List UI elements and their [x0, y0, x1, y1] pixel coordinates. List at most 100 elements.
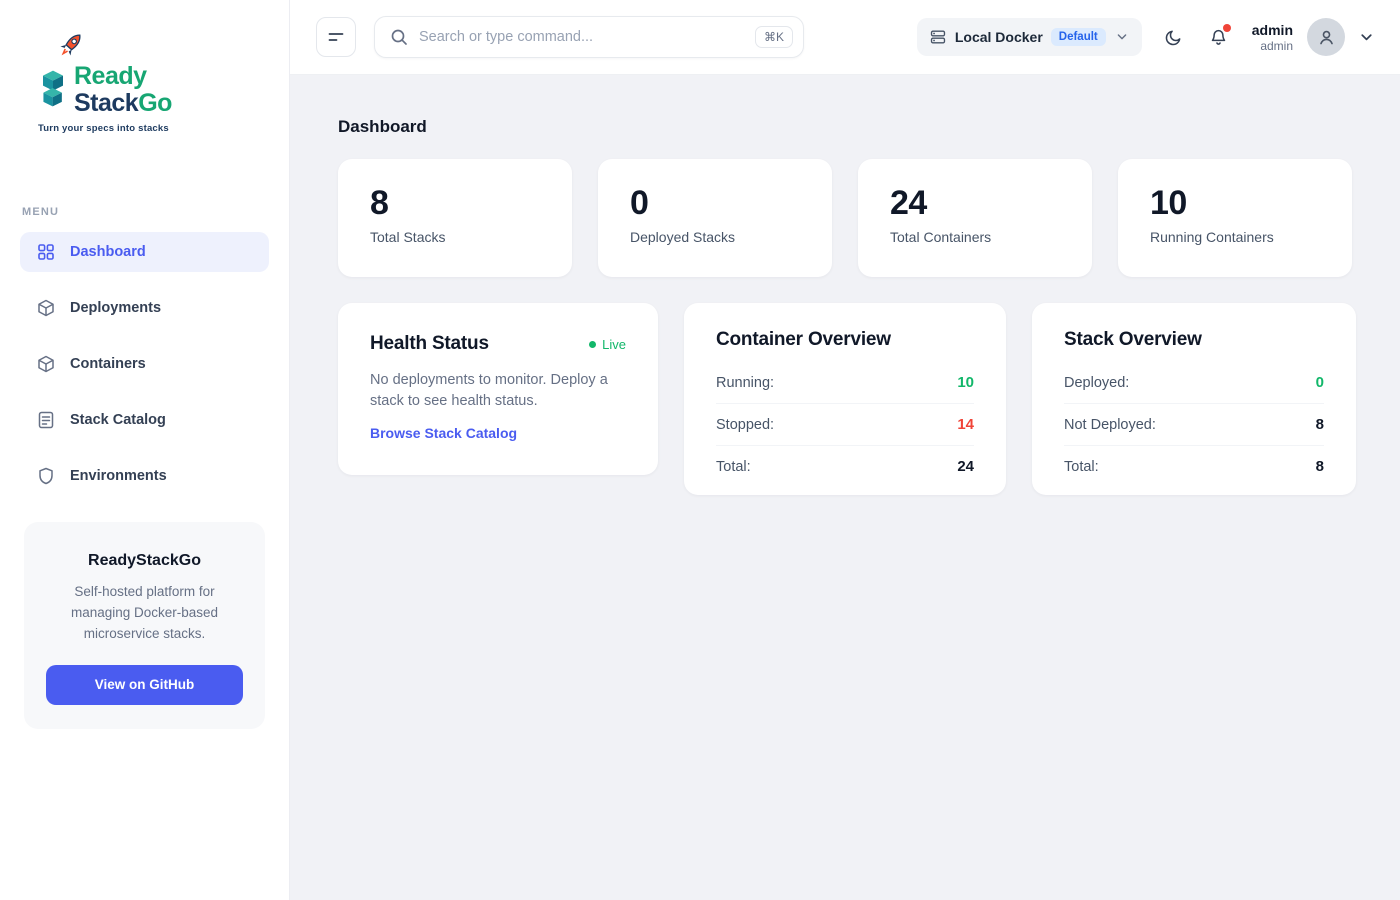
- view-on-github-button[interactable]: View on GitHub: [46, 665, 243, 705]
- chevron-down-icon: [1114, 29, 1130, 45]
- stat-label: Running Containers: [1150, 229, 1320, 245]
- user-name: admin: [1252, 22, 1293, 38]
- package-icon: [36, 298, 56, 318]
- stats-row: 8 Total Stacks 0 Deployed Stacks 24 Tota…: [338, 159, 1352, 277]
- sidebar-item-label: Dashboard: [70, 244, 146, 260]
- row-value: 14: [957, 416, 974, 433]
- row-value: 8: [1316, 458, 1324, 475]
- sidebar-item-deployments[interactable]: Deployments: [20, 288, 269, 328]
- app-root: Ready StackGo Turn your specs into stack…: [0, 0, 1400, 900]
- keyboard-shortcut-badge: ⌘K: [755, 26, 793, 48]
- avatar[interactable]: [1307, 18, 1345, 56]
- overview-row-total: Total: 8: [1064, 446, 1324, 487]
- row-value: 10: [957, 374, 974, 391]
- sidebar-item-containers[interactable]: Containers: [20, 344, 269, 384]
- stat-label: Total Containers: [890, 229, 1060, 245]
- stat-value: 10: [1150, 185, 1320, 222]
- stat-card-total-stacks: 8 Total Stacks: [338, 159, 572, 277]
- row-label: Total:: [1064, 459, 1099, 475]
- overview-row-not-deployed: Not Deployed: 8: [1064, 404, 1324, 446]
- sidebar-item-label: Containers: [70, 356, 146, 372]
- logo-line1: Ready: [74, 64, 172, 90]
- logo-row: Ready StackGo: [38, 64, 208, 116]
- main-content: Dashboard 8 Total Stacks 0 Deployed Stac…: [290, 75, 1400, 900]
- container-overview-card: Container Overview Running: 10 Stopped: …: [684, 303, 1006, 495]
- health-card-title: Health Status: [370, 333, 489, 355]
- overview-row-total: Total: 24: [716, 446, 974, 487]
- stat-value: 0: [630, 185, 800, 222]
- sidebar-item-environments[interactable]: Environments: [20, 456, 269, 496]
- brand-logo[interactable]: Ready StackGo Turn your specs into stack…: [38, 64, 208, 134]
- environment-name: Local Docker: [955, 29, 1043, 45]
- stat-label: Deployed Stacks: [630, 229, 800, 245]
- logo-line2: StackGo: [74, 90, 172, 116]
- global-search[interactable]: ⌘K: [374, 16, 804, 58]
- sidebar-item-label: Environments: [70, 468, 167, 484]
- cube-icon: [36, 354, 56, 374]
- content-column: ⌘K Local Docker Default: [290, 0, 1400, 900]
- logo-text: Ready StackGo: [74, 64, 172, 116]
- row-label: Deployed:: [1064, 375, 1129, 391]
- logo-stack: Stack: [74, 89, 138, 117]
- search-input[interactable]: [419, 29, 745, 45]
- environment-selector[interactable]: Local Docker Default: [917, 18, 1142, 56]
- menu-section-label: MENU: [22, 206, 289, 218]
- user-meta: admin admin: [1252, 22, 1293, 53]
- health-status-card: Health Status Live No deployments to mon…: [338, 303, 658, 475]
- row-value: 24: [957, 458, 974, 475]
- sidebar-toggle-button[interactable]: [316, 17, 356, 57]
- sidebar-item-label: Stack Catalog: [70, 412, 166, 428]
- row-label: Total:: [716, 459, 751, 475]
- overview-row-deployed: Deployed: 0: [1064, 362, 1324, 404]
- sidebar-item-stack-catalog[interactable]: Stack Catalog: [20, 400, 269, 440]
- notifications-button[interactable]: [1209, 28, 1228, 47]
- sidebar-item-label: Deployments: [70, 300, 161, 316]
- chevron-down-icon: [1357, 28, 1376, 47]
- browse-stack-catalog-link[interactable]: Browse Stack Catalog: [370, 425, 517, 441]
- document-icon: [36, 410, 56, 430]
- server-icon: [929, 28, 947, 46]
- container-overview-rows: Running: 10 Stopped: 14 Total: 24: [716, 362, 974, 487]
- stack-overview-title: Stack Overview: [1064, 329, 1324, 351]
- grid-icon: [36, 242, 56, 262]
- shield-icon: [36, 466, 56, 486]
- stat-card-deployed-stacks: 0 Deployed Stacks: [598, 159, 832, 277]
- page-title: Dashboard: [338, 117, 1352, 137]
- person-icon: [1317, 28, 1336, 47]
- row-value: 0: [1316, 374, 1324, 391]
- row-label: Stopped:: [716, 417, 774, 433]
- sidebar-nav: Dashboard Deployments Containers Stack C…: [0, 232, 289, 496]
- environment-default-badge: Default: [1051, 28, 1106, 46]
- sidebar: Ready StackGo Turn your specs into stack…: [0, 0, 290, 900]
- dark-mode-toggle[interactable]: [1164, 28, 1183, 47]
- stat-value: 8: [370, 185, 540, 222]
- health-card-header: Health Status Live: [370, 333, 626, 355]
- sidebar-promo-card: ReadyStackGo Self-hosted platform for ma…: [24, 522, 265, 729]
- user-role: admin: [1252, 39, 1293, 53]
- container-overview-title: Container Overview: [716, 329, 974, 351]
- cubes-icon: [38, 67, 68, 111]
- rocket-icon: [52, 28, 88, 64]
- moon-icon: [1164, 28, 1183, 47]
- overview-row-running: Running: 10: [716, 362, 974, 404]
- row-label: Running:: [716, 375, 774, 391]
- promo-title: ReadyStackGo: [46, 552, 243, 570]
- promo-description: Self-hosted platform for managing Docker…: [46, 582, 243, 645]
- overview-row: Health Status Live No deployments to mon…: [338, 303, 1352, 495]
- user-menu-button[interactable]: [1357, 28, 1376, 47]
- sidebar-item-dashboard[interactable]: Dashboard: [20, 232, 269, 272]
- live-label: Live: [602, 337, 626, 352]
- logo-go: Go: [138, 89, 172, 117]
- stat-card-total-containers: 24 Total Containers: [858, 159, 1092, 277]
- stack-overview-rows: Deployed: 0 Not Deployed: 8 Total: 8: [1064, 362, 1324, 487]
- stat-label: Total Stacks: [370, 229, 540, 245]
- top-header: ⌘K Local Docker Default: [290, 0, 1400, 75]
- search-icon: [389, 27, 409, 47]
- notification-dot: [1223, 24, 1231, 32]
- live-dot-icon: [589, 341, 596, 348]
- stat-value: 24: [890, 185, 1060, 222]
- header-right: Local Docker Default: [917, 18, 1376, 56]
- health-message: No deployments to monitor. Deploy a stac…: [370, 370, 615, 412]
- row-value: 8: [1316, 416, 1324, 433]
- stat-card-running-containers: 10 Running Containers: [1118, 159, 1352, 277]
